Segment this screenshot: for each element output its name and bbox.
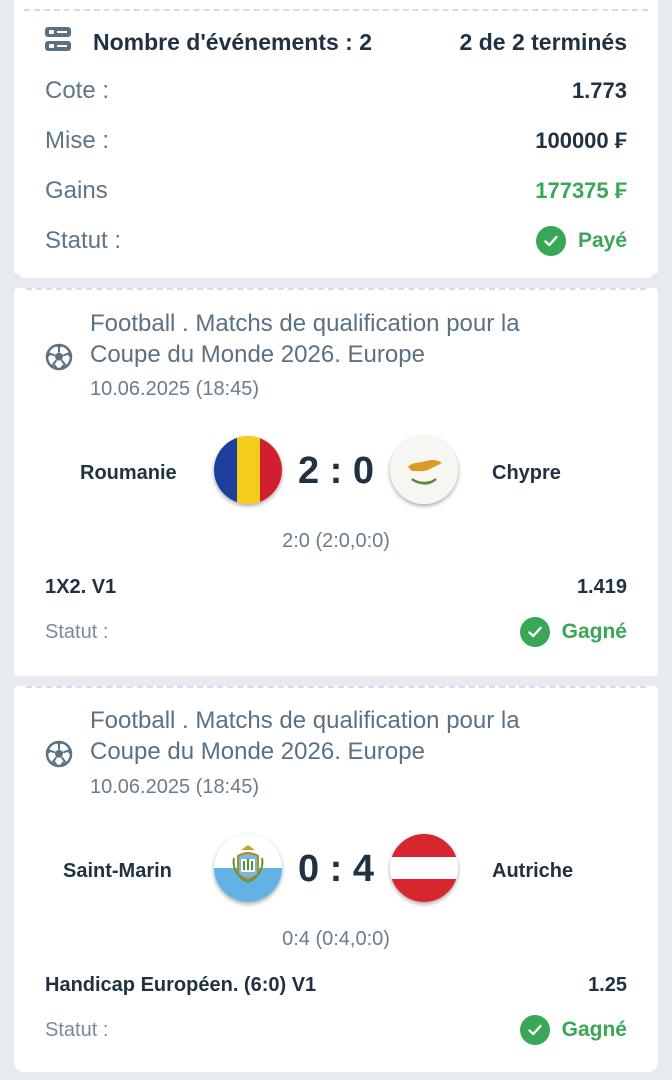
bet-type: 1X2. V1 bbox=[45, 575, 117, 598]
check-circle-icon bbox=[519, 617, 550, 647]
check-circle-icon bbox=[519, 1015, 550, 1045]
romania-flag bbox=[214, 436, 282, 504]
austria-flag bbox=[390, 834, 458, 902]
bet-type: Handicap Européen. (6:0) V1 bbox=[45, 973, 317, 996]
events-count-row: Nombre d'événements : 2 2 de 2 terminés bbox=[45, 26, 627, 58]
event-status-row: Statut : Gagné bbox=[45, 1014, 627, 1046]
bet-row: 1X2. V1 1.419 bbox=[45, 573, 627, 601]
bet-row: Handicap Européen. (6:0) V1 1.25 bbox=[45, 971, 627, 999]
football-icon bbox=[45, 343, 73, 371]
status-row: Statut : Payé bbox=[45, 225, 627, 257]
winnings-label: Gains bbox=[45, 177, 108, 204]
event-divider bbox=[26, 686, 646, 688]
event-title-line1: Football . Matchs de qualification pour … bbox=[90, 707, 520, 734]
event-title-line2: Coupe du Monde 2026. Europe bbox=[90, 738, 425, 765]
event-status: Gagné bbox=[519, 1015, 627, 1045]
bet-odds: 1.25 bbox=[588, 973, 627, 996]
cyprus-flag bbox=[390, 436, 458, 504]
event-status-text: Gagné bbox=[561, 620, 627, 643]
events-count-label: Nombre d'événements : 2 bbox=[93, 28, 372, 55]
paid-status: Payé bbox=[535, 226, 627, 256]
event-card[interactable]: Football . Matchs de qualification pour … bbox=[14, 288, 658, 676]
event-status-label: Statut : bbox=[45, 1018, 109, 1041]
bet-odds: 1.419 bbox=[576, 575, 627, 598]
paid-status-text: Payé bbox=[577, 229, 627, 252]
event-divider bbox=[26, 288, 646, 290]
match-score: 2 : 0 bbox=[297, 450, 375, 492]
stake-value: 100000 ₣ bbox=[535, 128, 627, 153]
stake-label: Mise : bbox=[45, 127, 110, 154]
score-detail: 0:4 (0:4,0:0) bbox=[282, 928, 390, 950]
odds-row: Cote : 1.773 bbox=[45, 75, 627, 107]
home-team-name: Roumanie bbox=[80, 462, 177, 484]
football-icon bbox=[45, 740, 73, 768]
odds-label: Cote : bbox=[45, 77, 110, 104]
winnings-row: Gains 177375 ₣ bbox=[45, 175, 627, 207]
events-list-icon bbox=[45, 26, 71, 58]
winnings-value: 177375 ₣ bbox=[535, 178, 627, 203]
check-circle-icon bbox=[535, 226, 566, 256]
away-team-name: Autriche bbox=[492, 860, 574, 882]
home-team-name: Saint-Marin bbox=[63, 860, 172, 882]
event-status: Gagné bbox=[519, 617, 627, 647]
bet-summary-card: Nombre d'événements : 2 2 de 2 terminés … bbox=[14, 0, 658, 278]
score-detail: 2:0 (2:0,0:0) bbox=[282, 530, 390, 552]
event-date: 10.06.2025 (18:45) bbox=[90, 378, 260, 400]
status-label: Statut : bbox=[45, 227, 122, 254]
event-title-line1: Football . Matchs de qualification pour … bbox=[90, 310, 520, 337]
event-title-line2: Coupe du Monde 2026. Europe bbox=[90, 341, 425, 368]
away-team-name: Chypre bbox=[492, 462, 561, 484]
completed-count: 2 de 2 terminés bbox=[459, 28, 627, 55]
event-status-text: Gagné bbox=[561, 1018, 627, 1041]
summary-top-divider bbox=[24, 9, 648, 11]
event-card[interactable]: Football . Matchs de qualification pour … bbox=[14, 686, 658, 1072]
match-score: 0 : 4 bbox=[297, 848, 375, 890]
event-status-row: Statut : Gagné bbox=[45, 616, 627, 648]
event-status-label: Statut : bbox=[45, 620, 109, 643]
event-title: Football . Matchs de qualification pour … bbox=[90, 705, 618, 767]
san-marino-flag bbox=[214, 834, 282, 902]
event-date: 10.06.2025 (18:45) bbox=[90, 776, 260, 798]
odds-value: 1.773 bbox=[571, 78, 627, 103]
stake-row: Mise : 100000 ₣ bbox=[45, 125, 627, 157]
event-title: Football . Matchs de qualification pour … bbox=[90, 308, 618, 370]
